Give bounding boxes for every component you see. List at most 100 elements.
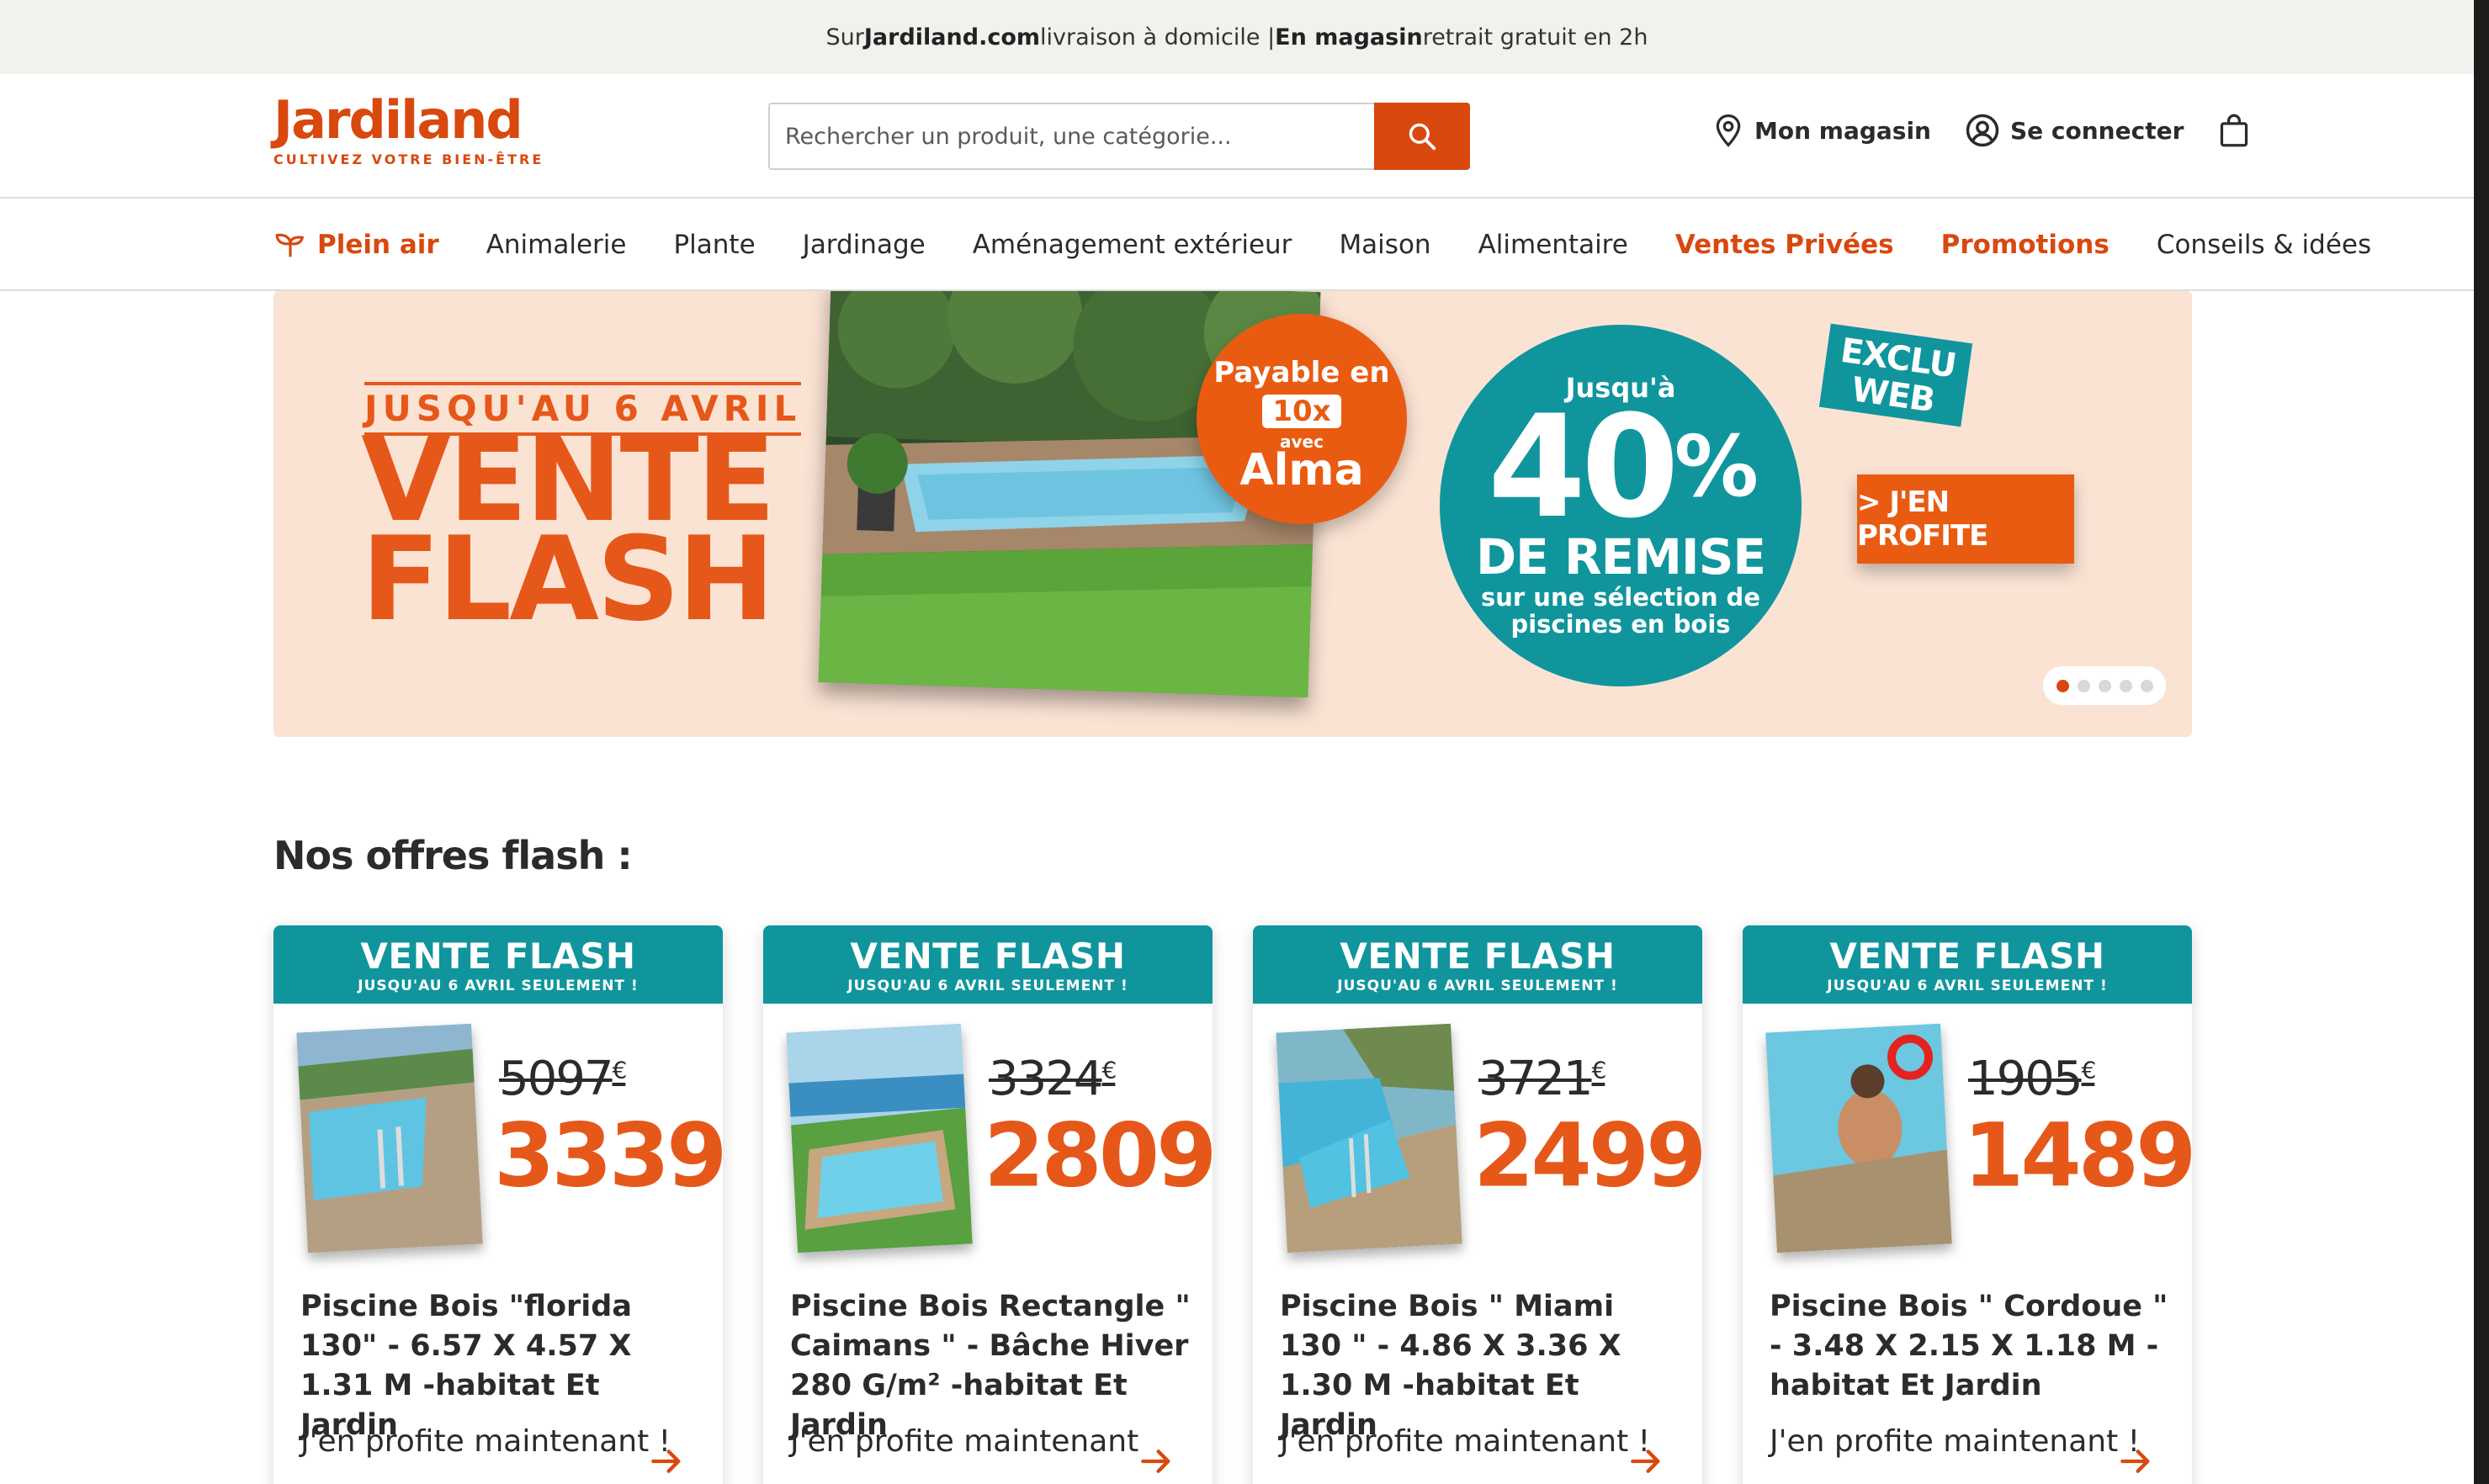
carousel-dot[interactable] (2077, 679, 2090, 692)
product-image (296, 1023, 483, 1253)
flash-sale-band: VENTE FLASH JUSQU'AU 6 AVRIL SEULEMENT ! (763, 925, 1213, 1004)
product-title[interactable]: Piscine Bois "florida 130" - 6.57 X 4.57… (300, 1287, 704, 1445)
nav-item-jardinage[interactable]: Jardinage (803, 230, 926, 260)
nav-item-label: Plein air (317, 230, 439, 260)
info-text-pre: Sur (825, 24, 864, 50)
sale-price: 2499€ (1473, 1095, 1702, 1202)
old-price-currency: € (1101, 1056, 1117, 1084)
cart-button[interactable] (2217, 113, 2251, 148)
product-image (786, 1023, 973, 1253)
promo-detail-1: sur une sélection de (1481, 583, 1760, 612)
info-text-site: Jardiland.com (863, 24, 1041, 50)
alma-line2: 10x (1262, 395, 1341, 428)
product-card[interactable]: VENTE FLASH JUSQU'AU 6 AVRIL SEULEMENT ! 5… (273, 925, 723, 1484)
info-text-mid: livraison à domicile | (1040, 24, 1276, 50)
product-title[interactable]: Piscine Bois " Miami 130 " - 4.86 X 3.36… (1280, 1287, 1684, 1445)
hero-cta-button[interactable]: > J'EN PROFITE (1857, 474, 2074, 564)
carousel-dot[interactable] (2140, 679, 2153, 692)
flash-sale-band: VENTE FLASH JUSQU'AU 6 AVRIL SEULEMENT ! (1743, 925, 2192, 1004)
product-title[interactable]: Piscine Bois Rectangle " Caimans " - Bâc… (790, 1287, 1194, 1445)
jardiland-logo[interactable]: Jardiland CULTIVEZ VOTRE BIEN-ÊTRE (273, 89, 544, 168)
nav-item-conseils-idées[interactable]: Conseils & idées (2157, 230, 2371, 260)
sale-price: 1489€ (1963, 1095, 2192, 1202)
search-bar (768, 103, 1470, 170)
window-edge (2474, 0, 2489, 1484)
my-store-label: Mon magasin (1754, 116, 1931, 145)
flash-offers-title: Nos offres flash : (273, 833, 633, 878)
login-link[interactable]: Se connecter (1965, 113, 2184, 148)
search-icon (1409, 123, 1436, 151)
product-cta-link[interactable]: J'en profite maintenant ! (1280, 1424, 1650, 1459)
arrow-right-icon[interactable] (2120, 1447, 2153, 1476)
product-image (1276, 1023, 1462, 1253)
logo-name: Jardiland (273, 89, 523, 151)
hero-banner[interactable]: JUSQU'AU 6 AVRIL VENTE FLASH Payable en … (273, 291, 2192, 737)
nav-item-label: Ventes Privées (1674, 230, 1894, 260)
carousel-dot[interactable] (2119, 679, 2132, 692)
product-cta-link[interactable]: J'en profite maintenant (790, 1424, 1138, 1459)
sale-price: 3339€ (494, 1095, 723, 1202)
nav-item-ventes-privées[interactable]: Ventes Privées (1675, 230, 1894, 260)
nav-item-label: Alimentaire (1478, 230, 1628, 260)
carousel-dot[interactable] (2098, 679, 2111, 692)
info-text-post: retrait gratuit en 2h (1422, 24, 1648, 50)
login-label: Se connecter (2010, 116, 2184, 145)
product-card[interactable]: VENTE FLASH JUSQU'AU 6 AVRIL SEULEMENT ! 1… (1743, 925, 2192, 1484)
nav-items: Plein air Animalerie Plante Jardinage Aménag… (273, 199, 2371, 291)
search-input[interactable] (768, 103, 1374, 170)
old-price-currency: € (612, 1056, 628, 1084)
band-subtitle: JUSQU'AU 6 AVRIL SEULEMENT ! (847, 978, 1128, 994)
product-cta-link[interactable]: J'en profite maintenant ! (1770, 1424, 2140, 1459)
product-card[interactable]: VENTE FLASH JUSQU'AU 6 AVRIL SEULEMENT ! 3… (1253, 925, 1702, 1484)
nav-item-label: Maison (1339, 230, 1431, 260)
nav-item-label: Jardinage (802, 230, 926, 260)
nav-item-aménagement-extérieur[interactable]: Aménagement extérieur (973, 230, 1292, 260)
delivery-info-bar: Sur Jardiland.com livraison à domicile |… (0, 0, 2474, 74)
alma-line1: Payable en (1213, 356, 1390, 390)
old-price-currency: € (1591, 1056, 1607, 1084)
sale-price-value: 2499 (1473, 1104, 1702, 1207)
my-store-link[interactable]: Mon magasin (1712, 113, 1931, 148)
nav-item-label: Conseils & idées (2156, 230, 2372, 260)
carousel-dot[interactable] (2056, 679, 2069, 692)
nav-item-plein-air[interactable]: Plein air (273, 230, 439, 260)
location-pin-icon (1716, 114, 1741, 147)
nav-item-alimentaire[interactable]: Alimentaire (1478, 230, 1628, 260)
band-subtitle: JUSQU'AU 6 AVRIL SEULEMENT ! (1827, 978, 2108, 994)
nav-item-animalerie[interactable]: Animalerie (486, 230, 627, 260)
sale-price-value: 2809 (984, 1104, 1213, 1207)
product-title[interactable]: Piscine Bois " Cordoue " - 3.48 X 2.15 X… (1770, 1287, 2173, 1406)
header-actions: Mon magasin Se connecter (1712, 113, 2251, 148)
discount-badge: Jusqu'à 40% DE REMISE sur une sélection … (1440, 325, 1802, 686)
shopping-bag-icon (2221, 114, 2248, 147)
nav-item-plante[interactable]: Plante (673, 230, 755, 260)
main-nav: Plein air Animalerie Plante Jardinage Aménag… (0, 199, 2474, 291)
sale-price-value: 3339 (494, 1104, 723, 1207)
alma-logo-text: Alma (1239, 445, 1364, 496)
search-button[interactable] (1374, 103, 1470, 170)
nav-item-label: Aménagement extérieur (972, 230, 1292, 260)
old-price-currency: € (2081, 1056, 2097, 1084)
hero-title-line2: FLASH (361, 511, 775, 647)
band-title: VENTE FLASH (850, 935, 1126, 977)
flash-sale-band: VENTE FLASH JUSQU'AU 6 AVRIL SEULEMENT ! (1253, 925, 1702, 1004)
flash-offer-cards: VENTE FLASH JUSQU'AU 6 AVRIL SEULEMENT ! 5… (273, 925, 2192, 1484)
user-icon (1966, 114, 1999, 147)
promo-number-value: 40 (1488, 384, 1680, 549)
product-cta-link[interactable]: J'en profite maintenant ! (300, 1424, 671, 1459)
nav-item-promotions[interactable]: Promotions (1941, 230, 2110, 260)
sale-price: 2809€ (984, 1095, 1213, 1202)
band-subtitle: JUSQU'AU 6 AVRIL SEULEMENT ! (358, 978, 639, 994)
product-card[interactable]: VENTE FLASH JUSQU'AU 6 AVRIL SEULEMENT ! 3… (763, 925, 1213, 1484)
info-text-store: En magasin (1275, 24, 1423, 50)
nav-item-label: Plante (673, 230, 756, 260)
arrow-right-icon[interactable] (650, 1447, 684, 1476)
nav-item-maison[interactable]: Maison (1339, 230, 1430, 260)
alma-payment-badge: Payable en 10x avec Alma (1197, 314, 1407, 524)
exclu-web-badge: EXCLU WEB (1818, 323, 1973, 427)
arrow-right-icon[interactable] (1140, 1447, 1174, 1476)
band-title: VENTE FLASH (1829, 935, 2105, 977)
arrow-right-icon[interactable] (1630, 1447, 1664, 1476)
band-subtitle: JUSQU'AU 6 AVRIL SEULEMENT ! (1337, 978, 1618, 994)
carousel-dots (2043, 666, 2166, 705)
